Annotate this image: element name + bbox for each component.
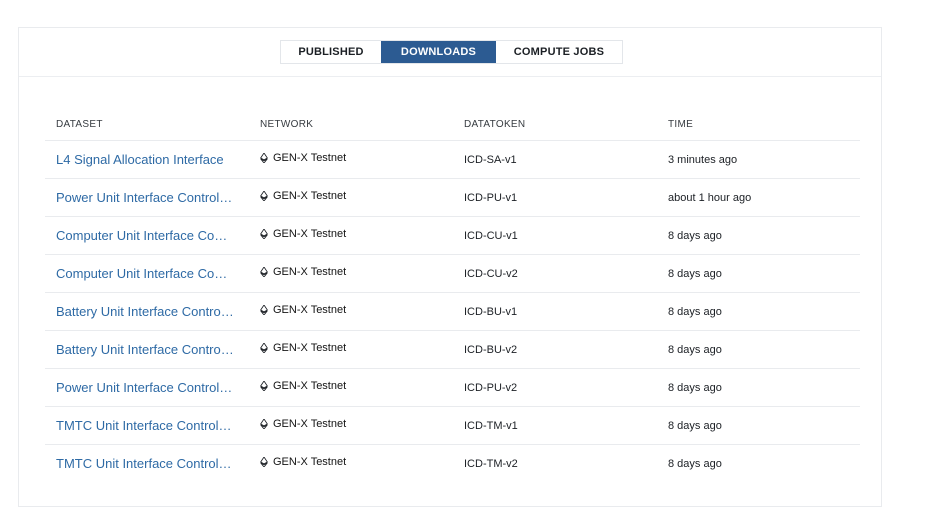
dataset-cell: Battery Unit Interface Control Document (45, 292, 249, 331)
network-name: GEN-X Testnet (273, 455, 347, 468)
downloads-card: PUBLISHED DOWNLOADS COMPUTE JOBS DATASET… (18, 27, 882, 507)
ethereum-icon (260, 342, 268, 353)
header-datatoken[interactable]: DATATOKEN (453, 108, 657, 141)
time-cell: 8 days ago (657, 406, 860, 445)
network-cell: GEN-X Testnet (249, 254, 453, 293)
tab-bar: PUBLISHED DOWNLOADS COMPUTE JOBS (19, 28, 881, 77)
network-name: GEN-X Testnet (273, 189, 347, 202)
dataset-cell: Computer Unit Interface Control Document (45, 254, 249, 293)
ethereum-icon (260, 304, 268, 315)
dataset-link[interactable]: L4 Signal Allocation Interface (56, 152, 234, 167)
dataset-cell: Power Unit Interface Control Document (45, 368, 249, 407)
table-row: Battery Unit Interface Control Document … (45, 330, 860, 369)
table-row: Power Unit Interface Control Document GE… (45, 178, 860, 217)
datatoken-cell: ICD-PU-v1 (453, 178, 657, 217)
time-cell: 8 days ago (657, 292, 860, 331)
network-name: GEN-X Testnet (273, 417, 347, 430)
time-cell: 3 minutes ago (657, 140, 860, 179)
network-cell: GEN-X Testnet (249, 216, 453, 255)
header-time[interactable]: TIME (657, 108, 860, 141)
datatoken-cell: ICD-CU-v2 (453, 254, 657, 293)
dataset-cell: Battery Unit Interface Control Document (45, 330, 249, 369)
dataset-cell: TMTC Unit Interface Control Document (45, 445, 249, 483)
dataset-link[interactable]: Power Unit Interface Control Document (56, 190, 234, 205)
tab-published[interactable]: PUBLISHED (281, 41, 381, 63)
ethereum-icon (260, 228, 268, 239)
dataset-cell: TMTC Unit Interface Control Document (45, 406, 249, 445)
ethereum-icon (260, 152, 268, 163)
ethereum-icon (260, 418, 268, 429)
network-cell: GEN-X Testnet (249, 406, 453, 445)
datatoken-cell: ICD-BU-v2 (453, 330, 657, 369)
dataset-link[interactable]: TMTC Unit Interface Control Document (56, 418, 234, 433)
network-cell: GEN-X Testnet (249, 445, 453, 483)
table-row: Power Unit Interface Control Document GE… (45, 368, 860, 407)
network-cell: GEN-X Testnet (249, 292, 453, 331)
table-row: L4 Signal Allocation Interface GEN-X Tes… (45, 140, 860, 179)
datatoken-cell: ICD-TM-v2 (464, 457, 518, 470)
network-cell: GEN-X Testnet (249, 368, 453, 407)
network-name: GEN-X Testnet (273, 379, 347, 392)
table-body: L4 Signal Allocation Interface GEN-X Tes… (45, 140, 860, 483)
network-name: GEN-X Testnet (273, 151, 347, 164)
table-row: Computer Unit Interface Control Document… (45, 254, 860, 293)
network-name: GEN-X Testnet (273, 341, 347, 354)
table-row: Computer Unit Interface Control Document… (45, 216, 860, 255)
table-header-row: DATASET NETWORK DATATOKEN TIME (45, 108, 860, 141)
table-row: TMTC Unit Interface Control Document GEN… (45, 406, 860, 445)
ethereum-icon (260, 380, 268, 391)
dataset-cell: Power Unit Interface Control Document (45, 178, 249, 217)
tab-compute-jobs[interactable]: COMPUTE JOBS (496, 41, 622, 63)
time-cell: 8 days ago (657, 368, 860, 407)
ethereum-icon (260, 190, 268, 201)
header-network[interactable]: NETWORK (249, 108, 453, 141)
datatoken-cell: ICD-CU-v1 (453, 216, 657, 255)
dataset-link[interactable]: Battery Unit Interface Control Document (56, 304, 234, 319)
dataset-cell: L4 Signal Allocation Interface (45, 140, 249, 179)
datatoken-cell: ICD-TM-v1 (453, 406, 657, 445)
time-cell: 8 days ago (668, 457, 722, 470)
network-cell: GEN-X Testnet (249, 140, 453, 179)
datatoken-cell: ICD-BU-v1 (453, 292, 657, 331)
header-dataset[interactable]: DATASET (45, 108, 249, 141)
dataset-link[interactable]: Power Unit Interface Control Document (56, 380, 234, 395)
time-cell: 8 days ago (657, 216, 860, 255)
dataset-link[interactable]: Computer Unit Interface Control Document (56, 228, 234, 243)
network-cell: GEN-X Testnet (249, 330, 453, 369)
table-row: TMTC Unit Interface Control Document GEN… (45, 445, 860, 483)
ethereum-icon (260, 266, 268, 277)
tab-group: PUBLISHED DOWNLOADS COMPUTE JOBS (280, 40, 623, 64)
dataset-link[interactable]: Battery Unit Interface Control Document (56, 342, 234, 357)
dataset-link[interactable]: Computer Unit Interface Control Document (56, 266, 234, 281)
time-cell: 8 days ago (657, 330, 860, 369)
dataset-cell: Computer Unit Interface Control Document (45, 216, 249, 255)
time-cell: about 1 hour ago (657, 178, 860, 217)
downloads-table: DATASET NETWORK DATATOKEN TIME L4 Signal… (45, 108, 860, 482)
dataset-link[interactable]: TMTC Unit Interface Control Document (56, 456, 234, 471)
network-name: GEN-X Testnet (273, 227, 347, 240)
datatoken-cell: ICD-PU-v2 (453, 368, 657, 407)
ethereum-icon (260, 456, 268, 467)
network-name: GEN-X Testnet (273, 265, 347, 278)
network-cell: GEN-X Testnet (249, 178, 453, 217)
datatoken-cell: ICD-SA-v1 (453, 140, 657, 179)
network-name: GEN-X Testnet (273, 303, 347, 316)
table-row: Battery Unit Interface Control Document … (45, 292, 860, 331)
time-cell: 8 days ago (657, 254, 860, 293)
tab-downloads[interactable]: DOWNLOADS (381, 41, 496, 63)
